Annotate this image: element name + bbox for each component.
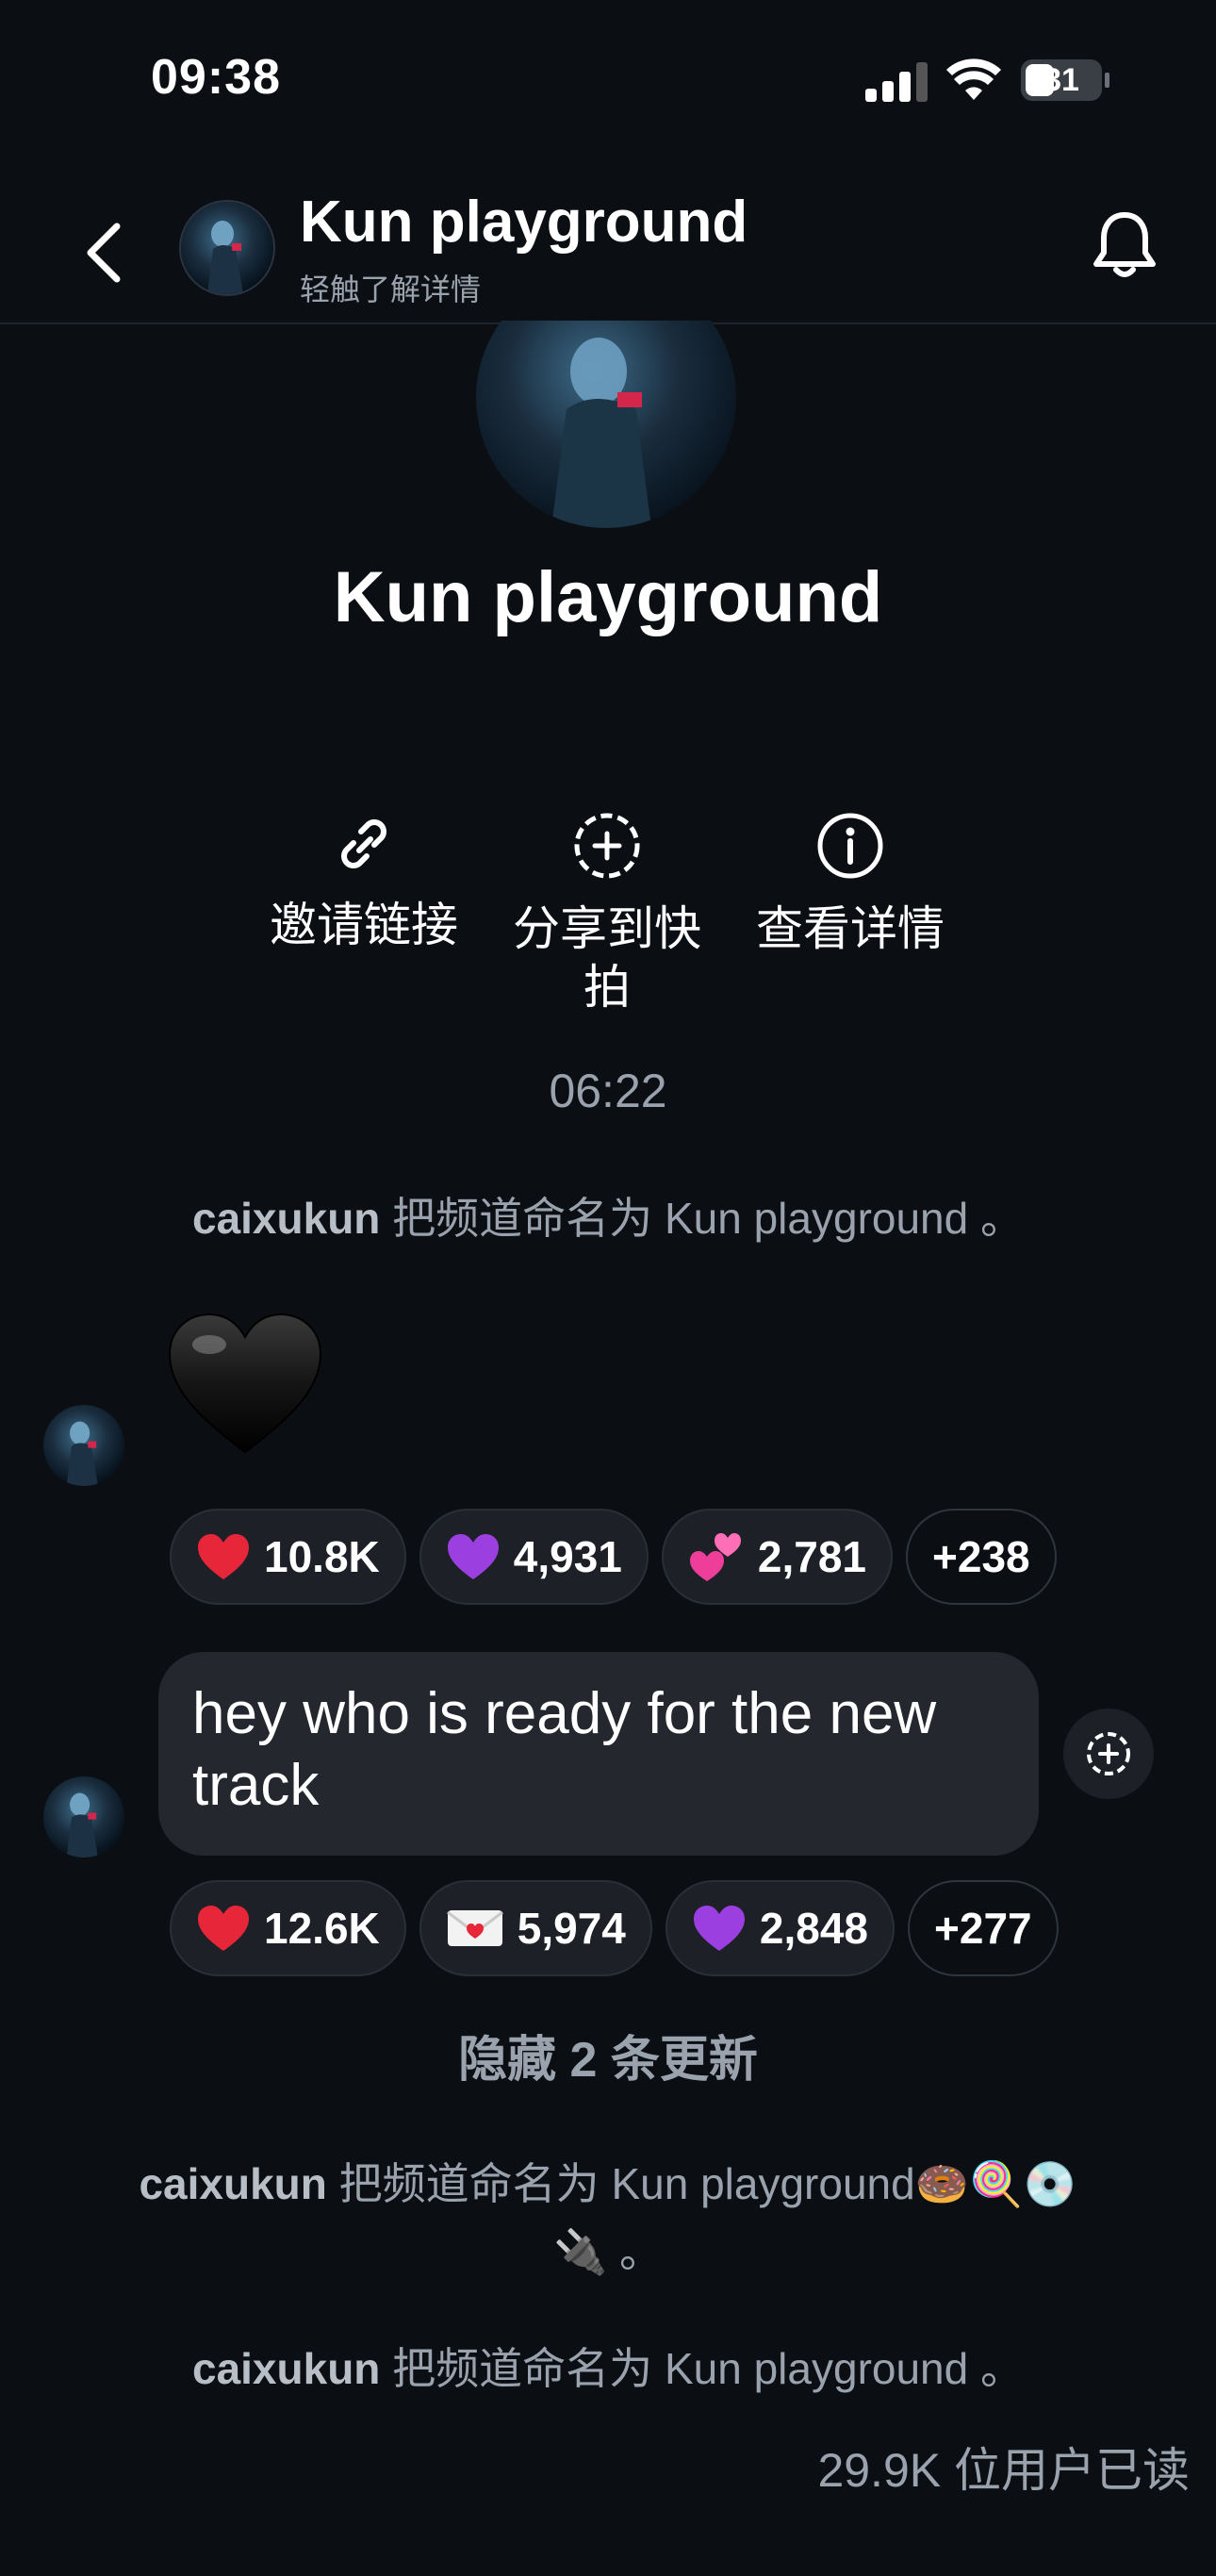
wifi-icon bbox=[946, 58, 1001, 100]
share-message-button[interactable] bbox=[1063, 1709, 1154, 1799]
reaction-chip[interactable]: 10.8K bbox=[170, 1509, 406, 1605]
notification-bell-button[interactable] bbox=[1092, 209, 1158, 281]
reaction-chip[interactable]: 2,848 bbox=[665, 1880, 895, 1976]
reaction-chip[interactable]: 12.6K bbox=[170, 1880, 406, 1976]
back-button[interactable] bbox=[75, 215, 132, 290]
red-heart-icon bbox=[198, 1906, 249, 1951]
battery-icon: 31 bbox=[1020, 58, 1110, 102]
link-icon bbox=[341, 819, 386, 868]
reaction-chip[interactable]: 2,781 bbox=[661, 1509, 893, 1605]
invite-link-label: 邀请链接 bbox=[270, 899, 458, 951]
share-story-icon bbox=[1087, 1732, 1130, 1775]
system-message: caixukun 把频道命名为 Kun playground 。 bbox=[0, 2340, 1216, 2397]
black-heart-icon[interactable] bbox=[166, 1311, 324, 1458]
more-reactions-count: +277 bbox=[934, 1904, 1032, 1953]
header-subtitle[interactable]: 轻触了解详情 bbox=[300, 266, 481, 309]
system-message-text: 把频道命名为 Kun playground 。 bbox=[380, 1194, 1024, 1243]
reaction-count: 5,974 bbox=[517, 1904, 626, 1953]
sender-avatar[interactable] bbox=[43, 1405, 124, 1486]
info-icon bbox=[817, 813, 883, 879]
system-message: caixukun 把频道命名为 Kun playground 。 bbox=[0, 1190, 1216, 1247]
system-message-text: 把频道命名为 Kun playground🍩🍭💿🔌 。 bbox=[326, 2159, 1077, 2276]
view-details-label: 查看详情 bbox=[756, 902, 945, 955]
reaction-count: 2,848 bbox=[759, 1904, 868, 1953]
invite-link-action[interactable]: 邀请链接 bbox=[251, 811, 477, 954]
love-letter-icon bbox=[446, 1910, 503, 1946]
purple-heart-icon bbox=[447, 1534, 499, 1579]
hidden-updates-toggle[interactable]: 隐藏 2 条更新 bbox=[0, 2020, 1216, 2090]
reaction-row: 10.8K 4,931 2,781 +238 bbox=[170, 1509, 1057, 1605]
reaction-count: 12.6K bbox=[264, 1904, 380, 1953]
share-to-story-action[interactable]: 分享到快拍 bbox=[494, 811, 720, 1016]
header-title[interactable]: Kun playground bbox=[300, 189, 748, 256]
channel-name: Kun playground bbox=[333, 557, 883, 637]
sender-avatar[interactable] bbox=[43, 1776, 124, 1858]
battery-level: 31 bbox=[1043, 62, 1079, 98]
red-heart-icon bbox=[198, 1534, 249, 1579]
reaction-chip[interactable]: 5,974 bbox=[419, 1880, 652, 1976]
reaction-count: 2,781 bbox=[757, 1532, 866, 1581]
reaction-count: 4,931 bbox=[513, 1532, 622, 1581]
channel-avatar[interactable] bbox=[179, 200, 275, 296]
reaction-row: 12.6K 5,974 2,848 +277 bbox=[170, 1880, 1059, 1976]
share-story-icon bbox=[574, 813, 640, 879]
channel-profile-photo[interactable] bbox=[476, 321, 736, 528]
two-hearts-icon bbox=[689, 1533, 741, 1581]
system-message-text: 把频道命名为 Kun playground 。 bbox=[380, 2344, 1024, 2393]
more-reactions-chip[interactable]: +277 bbox=[908, 1880, 1059, 1976]
message-bubble[interactable]: hey who is ready for the new track bbox=[158, 1652, 1039, 1856]
reaction-count: 10.8K bbox=[264, 1532, 380, 1581]
more-reactions-chip[interactable]: +238 bbox=[906, 1509, 1057, 1605]
timestamp: 06:22 bbox=[549, 1065, 667, 1117]
read-receipt: 29.9K 位用户已读 bbox=[817, 2444, 1190, 2497]
reaction-chip[interactable]: 4,931 bbox=[419, 1509, 649, 1605]
system-message-user[interactable]: caixukun bbox=[192, 2344, 380, 2393]
view-details-action[interactable]: 查看详情 bbox=[737, 811, 963, 958]
system-message-user[interactable]: caixukun bbox=[139, 2159, 326, 2208]
cellular-signal-icon bbox=[865, 62, 928, 102]
system-message: caixukun 把频道命名为 Kun playground🍩🍭💿🔌 。 bbox=[132, 2150, 1084, 2286]
system-message-user[interactable]: caixukun bbox=[192, 1194, 380, 1243]
share-to-story-label: 分享到快拍 bbox=[513, 902, 701, 1014]
status-time: 09:38 bbox=[151, 50, 281, 105]
purple-heart-icon bbox=[693, 1906, 745, 1951]
more-reactions-count: +238 bbox=[932, 1532, 1030, 1581]
